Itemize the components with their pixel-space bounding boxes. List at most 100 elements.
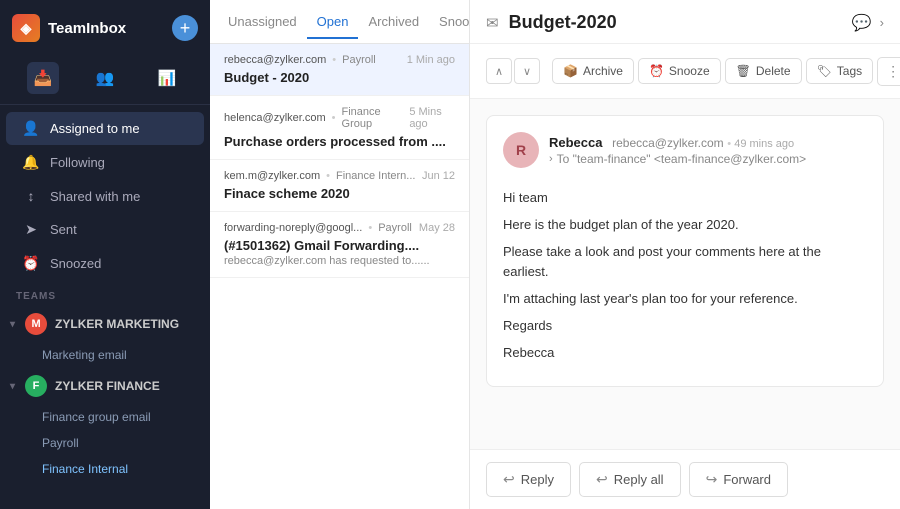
reply-all-icon: ↩ xyxy=(596,471,608,488)
team-marketing-name: ZYLKER MARKETING xyxy=(55,317,179,331)
email-item-2[interactable]: helenca@zylker.com • Finance Group 5 Min… xyxy=(210,96,469,160)
sidebar-item-label-snoozed: Snoozed xyxy=(50,256,101,271)
email-meta-3: kem.m@zylker.com • Finance Intern... Jun… xyxy=(224,170,455,182)
email-sender-2: helenca@zylker.com xyxy=(224,112,326,124)
tab-archived[interactable]: Archived xyxy=(358,6,429,39)
sidebar-item-marketing-email[interactable]: Marketing email xyxy=(0,342,210,368)
sidebar-nav: 👤 Assigned to me 🔔 Following ↕ Shared wi… xyxy=(0,105,210,509)
archive-icon: 📦 xyxy=(563,64,578,78)
message-line-3: Here is the budget plan of the year 2020… xyxy=(503,215,867,236)
sidebar-item-label-following: Following xyxy=(50,155,105,170)
detail-title-row: ✉ Budget-2020 xyxy=(486,12,844,33)
message-line-8: Regards xyxy=(503,316,867,337)
snooze-label: Snooze xyxy=(669,64,710,78)
email-tag-1: Payroll xyxy=(342,54,376,66)
team-finance-avatar: F xyxy=(25,375,47,397)
archive-label: Archive xyxy=(583,64,623,78)
email-time-1: 1 Min ago xyxy=(407,54,455,66)
app-logo: ◈ TeamInbox xyxy=(12,14,126,42)
detail-panel: ✉ Budget-2020 💬 › ∧ ∨ 📦 Archive ⏰ Snooze… xyxy=(470,0,900,509)
avatar: R xyxy=(503,132,539,168)
sent-icon: ➤ xyxy=(22,221,40,238)
forward-button[interactable]: ↪ Forward xyxy=(689,462,788,497)
detail-body: R Rebecca rebecca@zylker.com • 49 mins a… xyxy=(470,99,900,449)
chevron-down-icon: ▾ xyxy=(10,319,15,330)
sidebar-subitem-label-fgroup: Finance group email xyxy=(42,410,151,424)
sender-email: rebecca@zylker.com xyxy=(612,136,724,150)
sidebar-icon-contacts[interactable]: 👥 xyxy=(89,62,121,94)
email-sender-4: forwarding-noreply@googl... xyxy=(224,222,362,234)
detail-footer: ↩ Reply ↩ Reply all ↪ Forward xyxy=(470,449,900,509)
tab-unassigned[interactable]: Unassigned xyxy=(218,6,307,39)
email-item-4[interactable]: forwarding-noreply@googl... • Payroll Ma… xyxy=(210,212,469,278)
toolbar-more-button[interactable]: ⋮ xyxy=(877,57,900,86)
reply-all-label: Reply all xyxy=(614,472,664,487)
nav-up-button[interactable]: ∧ xyxy=(486,58,512,84)
team-marketing-header[interactable]: ▾ M ZYLKER MARKETING xyxy=(0,306,210,342)
message-expand[interactable]: › To "team-finance" <team-finance@zylker… xyxy=(549,152,867,166)
sidebar-item-following[interactable]: 🔔 Following xyxy=(6,146,204,179)
shared-icon: ↕ xyxy=(22,188,40,204)
email-item-3[interactable]: kem.m@zylker.com • Finance Intern... Jun… xyxy=(210,160,469,212)
sidebar-item-snoozed[interactable]: ⏰ Snoozed xyxy=(6,247,204,280)
reply-label: Reply xyxy=(521,472,554,487)
email-list-panel: Unassigned Open Archived Snoozed ⋯ 🔍 reb… xyxy=(210,0,470,509)
email-subject-4: (#1501362) Gmail Forwarding.... xyxy=(224,238,455,253)
sidebar-item-finance-internal[interactable]: Finance Internal xyxy=(0,456,210,482)
person-icon: 👤 xyxy=(22,120,40,137)
toolbar-nav: ∧ ∨ xyxy=(486,58,540,84)
sidebar-subitem-label-payroll: Payroll xyxy=(42,436,79,450)
expand-icon[interactable]: › xyxy=(880,15,884,30)
email-subject-2: Purchase orders processed from .... xyxy=(224,134,455,149)
email-subject-1: Budget - 2020 xyxy=(224,70,455,85)
email-time-4: May 28 xyxy=(419,222,455,234)
sidebar-item-label-shared: Shared with me xyxy=(50,189,140,204)
email-time-2: 5 Mins ago xyxy=(409,106,455,130)
forward-icon: ↪ xyxy=(706,471,718,488)
email-preview-4: rebecca@zylker.com has requested to.....… xyxy=(224,255,455,267)
email-list: rebecca@zylker.com • Payroll 1 Min ago B… xyxy=(210,44,469,509)
add-button[interactable]: + xyxy=(172,15,198,41)
email-sender-1: rebecca@zylker.com xyxy=(224,54,326,66)
sender-name: Rebecca xyxy=(549,135,602,150)
email-meta-4: forwarding-noreply@googl... • Payroll Ma… xyxy=(224,222,455,234)
team-finance-header[interactable]: ▾ F ZYLKER FINANCE xyxy=(0,368,210,404)
sidebar-item-finance-group[interactable]: Finance group email xyxy=(0,404,210,430)
team-finance-name: ZYLKER FINANCE xyxy=(55,379,160,393)
snooze-button[interactable]: ⏰ Snooze xyxy=(638,58,721,84)
sidebar-item-assigned[interactable]: 👤 Assigned to me xyxy=(6,112,204,145)
detail-toolbar: ∧ ∨ 📦 Archive ⏰ Snooze 🗑 Delete 🏷 Tags ⋮… xyxy=(470,44,900,99)
teams-section-label: TEAMS xyxy=(0,281,210,306)
sidebar-subitem-label: Marketing email xyxy=(42,348,127,362)
sidebar-item-label-assigned: Assigned to me xyxy=(50,121,140,136)
sidebar-item-sent[interactable]: ➤ Sent xyxy=(6,213,204,246)
message-time: 49 mins ago xyxy=(734,138,794,150)
message-body: Hi team Here is the budget plan of the y… xyxy=(503,180,867,364)
email-meta-2: helenca@zylker.com • Finance Group 5 Min… xyxy=(224,106,455,130)
email-tag-3: Finance Intern... xyxy=(336,170,416,182)
sidebar-icon-inbox[interactable]: 📥 xyxy=(27,62,59,94)
nav-down-button[interactable]: ∨ xyxy=(514,58,540,84)
sidebar-header: ◈ TeamInbox + xyxy=(0,0,210,56)
message-header: R Rebecca rebecca@zylker.com • 49 mins a… xyxy=(503,132,867,168)
sidebar-item-payroll[interactable]: Payroll xyxy=(0,430,210,456)
tab-open[interactable]: Open xyxy=(307,6,359,39)
message-line-4: Please take a look and post your comment… xyxy=(503,242,867,284)
reply-all-button[interactable]: ↩ Reply all xyxy=(579,462,681,497)
tags-button[interactable]: 🏷 Tags xyxy=(806,58,874,84)
email-tabs: Unassigned Open Archived Snoozed ⋯ 🔍 xyxy=(210,0,469,44)
reply-button[interactable]: ↩ Reply xyxy=(486,462,571,497)
delete-button[interactable]: 🗑 Delete xyxy=(725,58,802,84)
snooze-icon: ⏰ xyxy=(649,64,664,78)
envelope-icon: ✉ xyxy=(486,14,499,32)
delete-label: Delete xyxy=(756,64,791,78)
chat-icon[interactable]: 💬 xyxy=(852,13,872,33)
email-meta-1: rebecca@zylker.com • Payroll 1 Min ago xyxy=(224,54,455,66)
sidebar-item-label-sent: Sent xyxy=(50,222,77,237)
archive-button[interactable]: 📦 Archive xyxy=(552,58,634,84)
sidebar-item-shared[interactable]: ↕ Shared with me xyxy=(6,180,204,212)
team-marketing-avatar: M xyxy=(25,313,47,335)
detail-header: ✉ Budget-2020 💬 › xyxy=(470,0,900,44)
email-item-1[interactable]: rebecca@zylker.com • Payroll 1 Min ago B… xyxy=(210,44,469,96)
sidebar-icon-reports[interactable]: 📊 xyxy=(151,62,183,94)
